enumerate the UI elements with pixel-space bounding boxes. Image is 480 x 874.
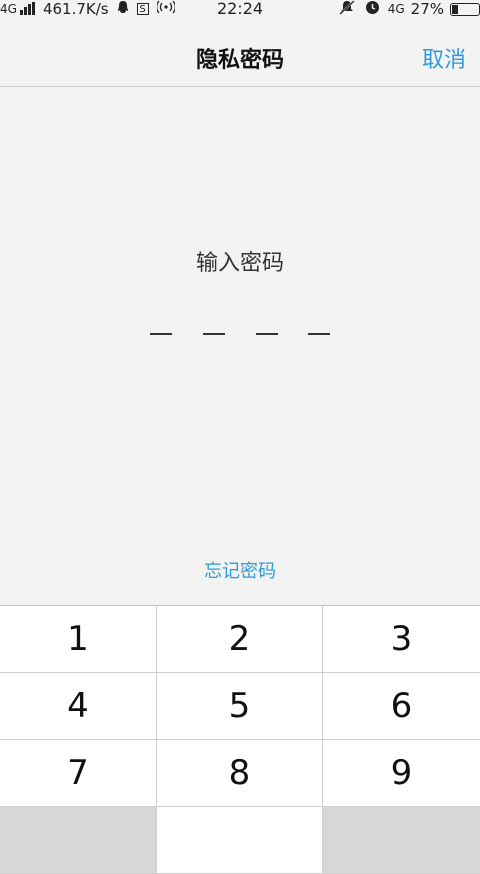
key-7[interactable]: 7 <box>0 740 157 807</box>
enter-password-label: 输入密码 <box>195 251 284 276</box>
key-4[interactable]: 4 <box>0 673 157 740</box>
cancel-button[interactable]: 取消 <box>422 42 466 74</box>
pin-slot <box>308 333 330 335</box>
pin-slot <box>256 333 278 335</box>
pin-slot <box>150 333 172 335</box>
key-empty <box>0 807 157 874</box>
status-bar: 4G 461.7K/s S 22:24 4G 27% <box>0 0 480 18</box>
numeric-keypad: 1 2 3 4 5 6 7 8 9 <box>0 605 480 874</box>
network-right-label: 4G <box>387 2 405 16</box>
mute-bell-icon <box>339 0 355 19</box>
pin-slot <box>203 333 225 335</box>
battery-percent: 27% <box>410 0 444 18</box>
alarm-icon <box>365 0 380 19</box>
page-title: 隐私密码 <box>195 48 284 73</box>
nav-bar: 隐私密码 取消 <box>0 18 480 87</box>
forgot-password-link[interactable]: 忘记密码 <box>0 557 480 583</box>
battery-icon <box>450 2 480 16</box>
key-6[interactable]: 6 <box>323 673 480 740</box>
key-9[interactable]: 9 <box>323 740 480 807</box>
key-2[interactable]: 2 <box>157 606 323 673</box>
key-8[interactable]: 8 <box>157 740 323 807</box>
delete-key[interactable] <box>323 807 480 874</box>
key-3[interactable]: 3 <box>323 606 480 673</box>
pin-indicator <box>150 333 332 336</box>
status-right: 4G 27% <box>339 0 480 18</box>
key-0[interactable] <box>157 807 323 874</box>
key-1[interactable]: 1 <box>0 606 157 673</box>
key-5[interactable]: 5 <box>157 673 323 740</box>
